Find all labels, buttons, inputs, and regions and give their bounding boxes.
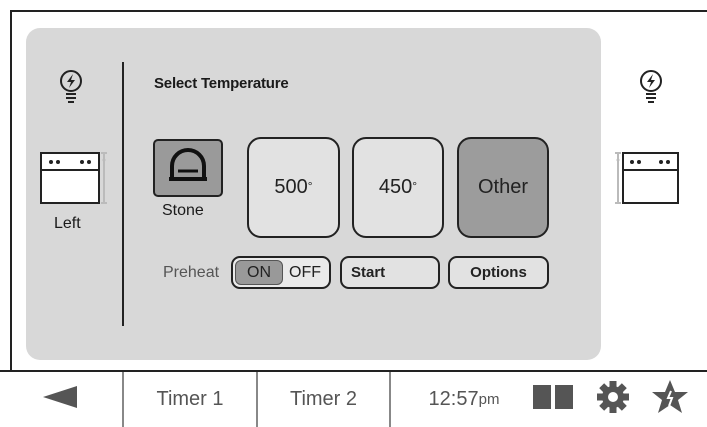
timer-2-button[interactable]: Timer 2	[258, 372, 389, 427]
split-view-button[interactable]	[530, 372, 576, 427]
temp-value: 450	[378, 176, 413, 198]
temp-500-button[interactable]: 500 °	[247, 137, 340, 238]
favorites-button[interactable]	[648, 372, 692, 427]
clock: 12:57 pm	[405, 372, 523, 427]
preheat-toggle[interactable]: ON OFF	[231, 256, 331, 289]
screen-frame-top	[10, 10, 707, 12]
panel-divider	[122, 62, 124, 326]
left-oven-label: Left	[54, 215, 81, 232]
left-oven-button[interactable]	[38, 150, 112, 206]
right-oven-button[interactable]	[610, 150, 684, 206]
stone-icon	[166, 146, 210, 191]
page-title: Select Temperature	[154, 75, 289, 92]
temp-value: 500	[274, 176, 308, 198]
stone-button[interactable]	[153, 139, 223, 197]
preheat-off-option[interactable]: OFF	[283, 264, 327, 282]
clock-ampm: pm	[478, 391, 500, 408]
screen-frame-left	[10, 10, 12, 370]
stone-label: Stone	[162, 202, 204, 219]
back-button[interactable]	[0, 372, 122, 427]
lightbulb-icon	[56, 70, 86, 108]
timer-1-label: Timer 1	[156, 388, 224, 410]
temp-value: Other	[477, 176, 529, 198]
temp-other-button[interactable]: Other	[457, 137, 549, 238]
preheat-label: Preheat	[163, 264, 220, 281]
degree-mark: °	[412, 178, 418, 193]
temp-450-button[interactable]: 450 °	[352, 137, 444, 238]
timer-2-label: Timer 2	[289, 388, 358, 410]
back-arrow-icon	[41, 384, 81, 416]
preheat-on-option[interactable]: ON	[235, 260, 283, 285]
start-button[interactable]: Start	[340, 256, 440, 289]
split-view-icon	[532, 384, 574, 416]
star-icon	[651, 379, 689, 421]
degree-mark: °	[307, 178, 313, 193]
gear-icon	[596, 380, 630, 420]
options-button[interactable]: Options	[448, 256, 549, 289]
bar-divider	[389, 372, 391, 427]
settings-button[interactable]	[592, 372, 634, 427]
lightbulb-icon	[636, 70, 666, 108]
right-light-button[interactable]	[636, 68, 666, 104]
clock-time: 12:57	[428, 388, 479, 410]
left-light-button[interactable]	[56, 68, 86, 104]
oven-icon	[610, 152, 684, 210]
oven-icon	[38, 152, 112, 210]
timer-1-button[interactable]: Timer 1	[124, 372, 256, 427]
